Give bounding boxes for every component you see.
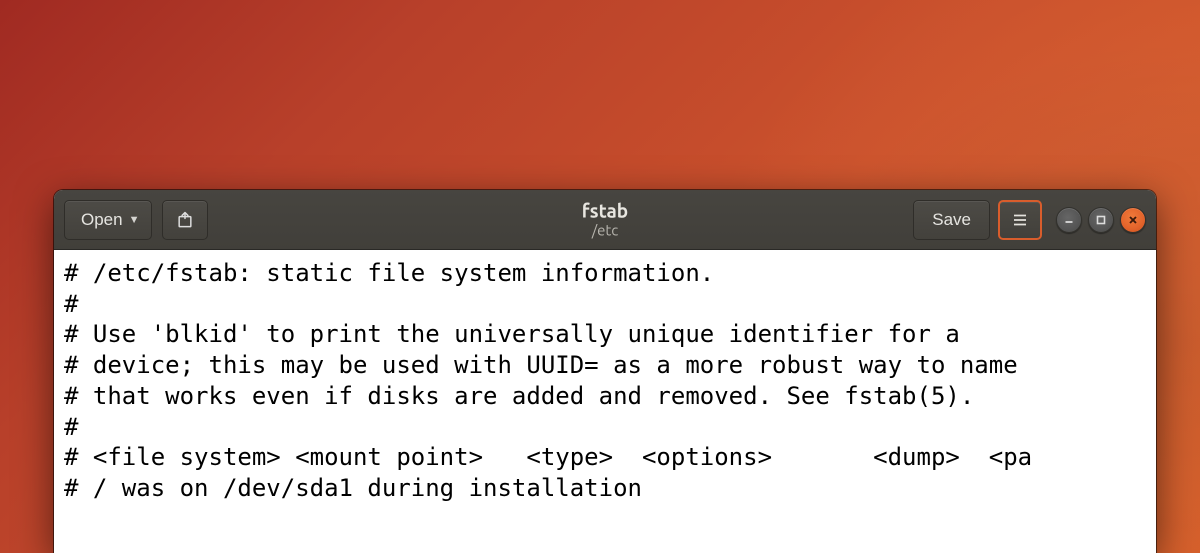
titlebar[interactable]: Open ▼ fstab /etc Save bbox=[54, 190, 1156, 250]
hamburger-menu-button[interactable] bbox=[998, 200, 1042, 240]
editor-textarea[interactable]: # /etc/fstab: static file system informa… bbox=[54, 250, 1156, 553]
hamburger-icon bbox=[1011, 211, 1029, 229]
open-button[interactable]: Open ▼ bbox=[64, 200, 152, 240]
save-button-label: Save bbox=[932, 210, 971, 230]
close-button[interactable] bbox=[1120, 207, 1146, 233]
minimize-button[interactable] bbox=[1056, 207, 1082, 233]
file-path: /etc bbox=[582, 223, 628, 240]
window-controls bbox=[1056, 207, 1146, 233]
close-icon bbox=[1127, 214, 1139, 226]
text-editor-window: Open ▼ fstab /etc Save bbox=[54, 190, 1156, 553]
new-document-button[interactable] bbox=[162, 200, 208, 240]
save-button[interactable]: Save bbox=[913, 200, 990, 240]
maximize-icon bbox=[1095, 214, 1107, 226]
maximize-button[interactable] bbox=[1088, 207, 1114, 233]
new-document-icon bbox=[175, 210, 195, 230]
chevron-down-icon: ▼ bbox=[129, 214, 140, 226]
titlebar-right-group: Save bbox=[913, 200, 1146, 240]
open-button-label: Open bbox=[81, 210, 123, 230]
window-title: fstab /etc bbox=[582, 200, 628, 239]
minimize-icon bbox=[1063, 214, 1075, 226]
file-name: fstab bbox=[582, 200, 628, 221]
